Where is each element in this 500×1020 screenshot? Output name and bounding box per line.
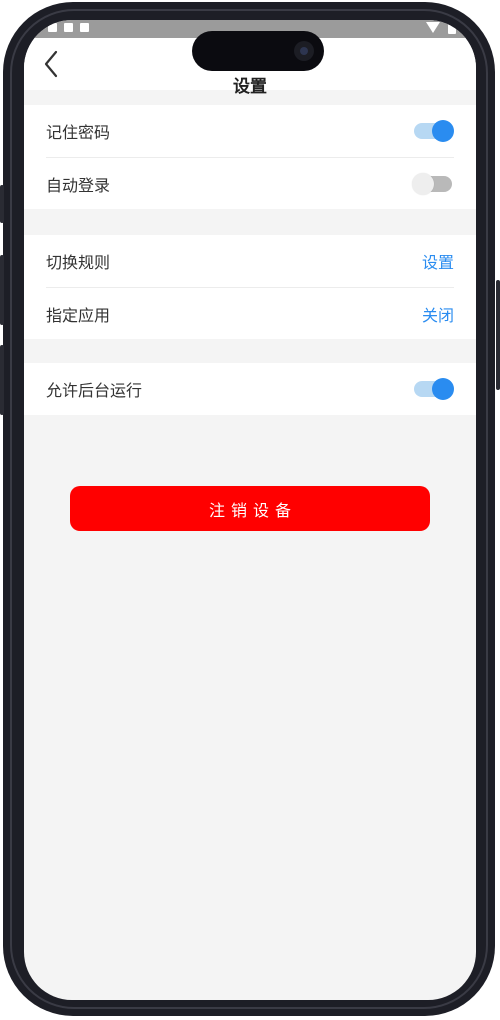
- toggle-thumb: [412, 172, 434, 195]
- setting-row-remember-password: 记住密码: [46, 105, 454, 157]
- notification-icon: [48, 23, 57, 32]
- remember-password-toggle[interactable]: [412, 119, 454, 143]
- logout-device-button[interactable]: 注销设备: [70, 486, 430, 531]
- setting-label: 自动登录: [46, 175, 111, 195]
- settings-group-background: 允许后台运行: [24, 363, 476, 415]
- auto-login-toggle[interactable]: [412, 172, 454, 196]
- setting-row-switch-rules: 切换规则 设置: [46, 235, 454, 287]
- app-screen: 设置 记住密码 自动登录 切换规则 设置 指定应用 关闭 允许后台运行 注销设备: [24, 20, 476, 1000]
- switch-rules-setup-link[interactable]: 设置: [422, 249, 454, 273]
- setting-row-background-run: 允许后台运行: [46, 363, 454, 415]
- setting-label: 切换规则: [46, 253, 111, 272]
- toggle-thumb: [432, 120, 454, 142]
- battery-icon: [448, 23, 456, 34]
- page-title: 设置: [233, 77, 267, 97]
- toggle-thumb: [432, 378, 454, 400]
- volume-down-button: [0, 345, 4, 415]
- dynamic-island: [192, 31, 324, 71]
- action-button: [0, 185, 4, 223]
- wifi-icon: [426, 22, 440, 33]
- setting-row-auto-login: 自动登录: [46, 157, 454, 209]
- designated-apps-link[interactable]: 关闭: [422, 302, 454, 326]
- front-camera-icon: [294, 41, 314, 61]
- setting-label: 记住密码: [46, 123, 111, 142]
- setting-label: 允许后台运行: [46, 381, 143, 400]
- settings-group-login: 记住密码 自动登录: [24, 105, 476, 209]
- image-icon: [64, 23, 73, 32]
- app-notification-icon: [80, 23, 89, 32]
- background-run-toggle[interactable]: [412, 377, 454, 401]
- settings-group-rules: 切换规则 设置 指定应用 关闭: [24, 235, 476, 339]
- setting-label: 指定应用: [46, 305, 111, 325]
- power-button: [496, 280, 500, 390]
- setting-row-designated-apps: 指定应用 关闭: [46, 287, 454, 339]
- volume-up-button: [0, 255, 4, 325]
